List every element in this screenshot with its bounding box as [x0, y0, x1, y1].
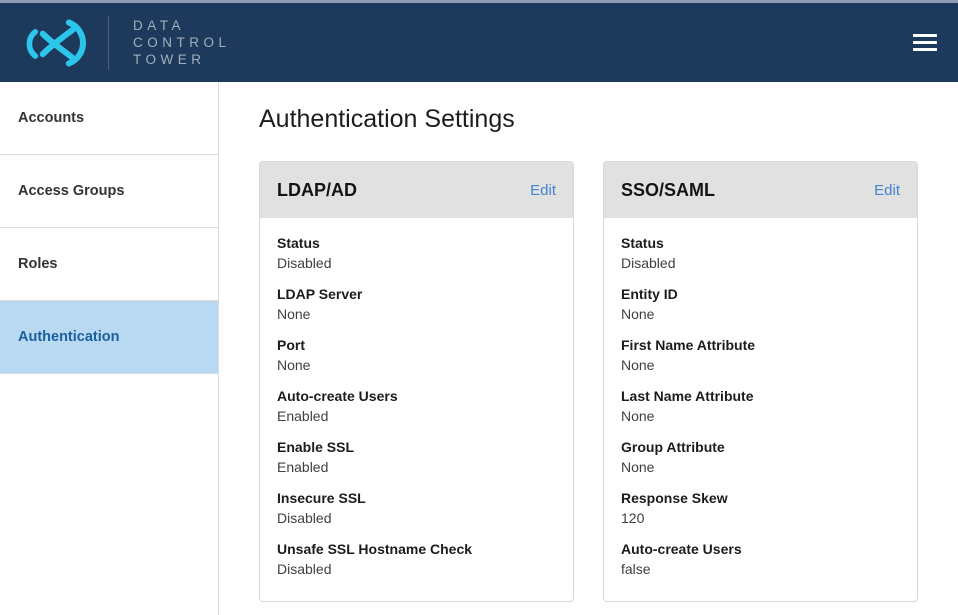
field-label: First Name Attribute: [621, 337, 900, 354]
sidebar-item-label: Roles: [18, 256, 58, 272]
field-row: LDAP Server None: [277, 286, 556, 323]
field-row: Status Disabled: [277, 235, 556, 272]
field-label: Auto-create Users: [277, 388, 556, 405]
field-label: Last Name Attribute: [621, 388, 900, 405]
field-value: None: [621, 408, 900, 425]
card-title: LDAP/AD: [277, 180, 357, 201]
card-body: Status Disabled Entity ID None First Nam…: [604, 218, 917, 602]
field-label: Port: [277, 337, 556, 354]
field-row: Unsafe SSL Hostname Check Disabled: [277, 541, 556, 578]
field-row: Auto-create Users false: [621, 541, 900, 578]
page-layout: Accounts Access Groups Roles Authenticat…: [0, 82, 958, 615]
field-row: Auto-create Users Enabled: [277, 388, 556, 425]
field-value: Enabled: [277, 459, 556, 476]
field-value: None: [277, 357, 556, 374]
field-label: Insecure SSL: [277, 490, 556, 507]
hamburger-bar: [913, 34, 937, 38]
sidebar-item-access-groups[interactable]: Access Groups: [0, 155, 218, 228]
field-label: Enable SSL: [277, 439, 556, 456]
field-row: Group Attribute None: [621, 439, 900, 476]
cards-row: LDAP/AD Edit Status Disabled LDAP Server…: [259, 161, 958, 602]
field-row: Response Skew 120: [621, 490, 900, 527]
brand-divider: [108, 16, 109, 70]
field-row: Port None: [277, 337, 556, 374]
sidebar-item-accounts[interactable]: Accounts: [0, 82, 218, 155]
field-row: First Name Attribute None: [621, 337, 900, 374]
field-value: Disabled: [621, 255, 900, 272]
brand-line-1: DATA: [133, 17, 231, 34]
app-header: DATA CONTROL TOWER: [0, 3, 958, 82]
main-content: Authentication Settings LDAP/AD Edit Sta…: [219, 82, 958, 615]
field-label: Status: [621, 235, 900, 252]
field-label: Group Attribute: [621, 439, 900, 456]
field-value: None: [621, 306, 900, 323]
sidebar-item-authentication[interactable]: Authentication: [0, 301, 218, 374]
field-row: Enable SSL Enabled: [277, 439, 556, 476]
field-value: Enabled: [277, 408, 556, 425]
card-title: SSO/SAML: [621, 180, 715, 201]
field-value: Disabled: [277, 510, 556, 527]
settings-card-sso-saml: SSO/SAML Edit Status Disabled Entity ID …: [603, 161, 918, 602]
field-row: Status Disabled: [621, 235, 900, 272]
edit-link[interactable]: Edit: [874, 182, 900, 199]
field-label: Unsafe SSL Hostname Check: [277, 541, 556, 558]
field-row: Insecure SSL Disabled: [277, 490, 556, 527]
field-label: LDAP Server: [277, 286, 556, 303]
field-label: Status: [277, 235, 556, 252]
field-value: false: [621, 561, 900, 578]
brand: DATA CONTROL TOWER: [12, 3, 231, 82]
card-body: Status Disabled LDAP Server None Port No…: [260, 218, 573, 602]
field-row: Last Name Attribute None: [621, 388, 900, 425]
field-label: Auto-create Users: [621, 541, 900, 558]
brand-line-3: TOWER: [133, 51, 231, 68]
card-header: SSO/SAML Edit: [604, 162, 917, 218]
sidebar-item-label: Accounts: [18, 110, 84, 126]
field-value: Disabled: [277, 561, 556, 578]
brand-text: DATA CONTROL TOWER: [133, 17, 231, 68]
delphix-logo-icon: [12, 16, 94, 70]
hamburger-bar: [913, 48, 937, 52]
field-value: None: [621, 357, 900, 374]
sidebar: Accounts Access Groups Roles Authenticat…: [0, 82, 219, 615]
hamburger-menu-icon[interactable]: [913, 26, 937, 59]
brand-line-2: CONTROL: [133, 34, 231, 51]
card-header: LDAP/AD Edit: [260, 162, 573, 218]
field-label: Entity ID: [621, 286, 900, 303]
hamburger-bar: [913, 41, 937, 45]
field-value: Disabled: [277, 255, 556, 272]
sidebar-item-label: Access Groups: [18, 183, 124, 199]
field-row: Entity ID None: [621, 286, 900, 323]
field-value: None: [277, 306, 556, 323]
field-label: Response Skew: [621, 490, 900, 507]
field-value: 120: [621, 510, 900, 527]
field-value: None: [621, 459, 900, 476]
sidebar-item-label: Authentication: [18, 329, 120, 345]
settings-card-ldap-ad: LDAP/AD Edit Status Disabled LDAP Server…: [259, 161, 574, 602]
edit-link[interactable]: Edit: [530, 182, 556, 199]
sidebar-item-roles[interactable]: Roles: [0, 228, 218, 301]
page-title: Authentication Settings: [259, 105, 958, 134]
